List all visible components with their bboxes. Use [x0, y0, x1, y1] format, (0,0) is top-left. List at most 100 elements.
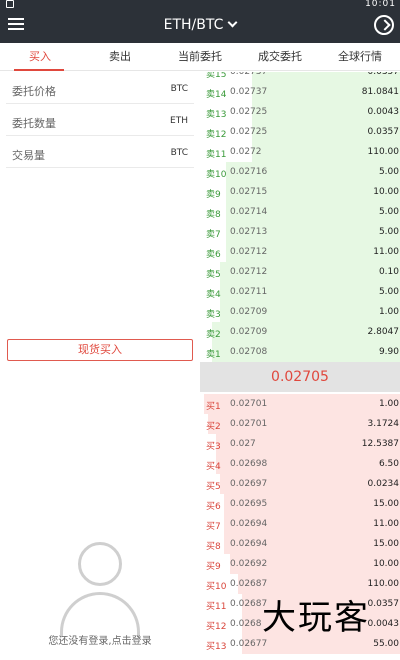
chevron-down-icon [227, 17, 238, 28]
buy-order-price: 0.02698 [230, 459, 268, 469]
chart-icon[interactable] [374, 15, 394, 35]
tab-filled-orders[interactable]: 成交委托 [240, 43, 320, 70]
last-price: 0.02705 [200, 362, 400, 392]
buy-order-row[interactable]: 买4 0.02698 6.50 [200, 454, 400, 474]
user-avatar-icon[interactable] [60, 542, 140, 637]
sell-order-label: 卖1 [206, 350, 221, 360]
buy-order-amount: 55.00 [373, 639, 399, 649]
tab-global-markets[interactable]: 全球行情 [320, 43, 400, 70]
sell-order-label: 卖7 [206, 230, 221, 240]
sell-order-row[interactable]: 卖10 0.02716 5.00 [200, 162, 400, 182]
sell-order-price: 0.02725 [230, 127, 268, 137]
sell-order-price: 0.02737 [230, 72, 268, 77]
watermark-logo: 大玩客 [262, 598, 370, 638]
sell-order-row[interactable]: 卖15 0.02737 0.0357 [200, 72, 400, 82]
buy-order-row[interactable]: 买7 0.02694 11.00 [200, 514, 400, 534]
login-hint-link[interactable]: 您还没有登录,点击登录 [0, 632, 200, 647]
sell-order-label: 卖14 [206, 90, 227, 100]
buy-order-amount: 110.00 [367, 579, 400, 589]
buy-order-amount: 6.50 [378, 459, 399, 469]
sell-order-row[interactable]: 卖5 0.02712 0.10 [200, 262, 400, 282]
buy-order-label: 买11 [206, 602, 227, 612]
volume-field[interactable]: 交易量 BTC [6, 140, 194, 168]
sell-order-amount: 5.00 [378, 287, 399, 297]
sell-order-row[interactable]: 卖4 0.02711 5.00 [200, 282, 400, 302]
buy-order-price: 0.02701 [230, 399, 268, 409]
buy-order-amount: 3.1724 [367, 419, 400, 429]
sell-order-amount: 0.0357 [367, 127, 400, 137]
tab-sell[interactable]: 卖出 [80, 43, 160, 70]
sell-order-row[interactable]: 卖2 0.02709 2.8047 [200, 322, 400, 342]
sell-order-label: 卖12 [206, 130, 227, 140]
sell-order-price: 0.02737 [230, 87, 268, 97]
sell-order-label: 卖9 [206, 190, 221, 200]
buy-order-label: 买6 [206, 502, 221, 512]
buy-order-price: 0.027 [230, 439, 256, 449]
sell-order-row[interactable]: 卖8 0.02714 5.00 [200, 202, 400, 222]
buy-order-price: 0.02697 [230, 479, 268, 489]
buy-order-amount: 15.00 [373, 499, 399, 509]
sell-order-row[interactable]: 卖11 0.0272 110.00 [200, 142, 400, 162]
buy-order-amount: 12.5387 [361, 439, 399, 449]
sell-order-amount: 1.00 [378, 307, 399, 317]
buy-order-amount: 10.00 [373, 559, 399, 569]
sell-order-row[interactable]: 卖13 0.02725 0.0043 [200, 102, 400, 122]
buy-order-label: 买3 [206, 442, 221, 452]
tab-buy[interactable]: 买入 [0, 43, 80, 70]
tab-open-orders[interactable]: 当前委托 [160, 43, 240, 70]
volume-field-unit: BTC [170, 148, 188, 158]
notification-icon [6, 0, 14, 8]
quantity-field[interactable]: 委托数量 ETH [6, 108, 194, 136]
sell-order-amount: 5.00 [378, 227, 399, 237]
sell-order-price: 0.02713 [230, 227, 268, 237]
buy-order-amount: 0.0357 [367, 599, 400, 609]
sell-order-row[interactable]: 卖14 0.02737 81.0841 [200, 82, 400, 102]
sell-order-label: 卖11 [206, 150, 227, 160]
price-field[interactable]: 委托价格 BTC [6, 76, 194, 104]
buy-order-row[interactable]: 买1 0.02701 1.00 [200, 394, 400, 414]
sell-order-row[interactable]: 卖3 0.02709 1.00 [200, 302, 400, 322]
sell-order-amount: 110.00 [367, 147, 400, 157]
trade-tabs: 买入 卖出 当前委托 成交委托 全球行情 [0, 43, 400, 71]
sell-order-label: 卖4 [206, 290, 221, 300]
buy-order-label: 买4 [206, 462, 221, 472]
sell-order-price: 0.02725 [230, 107, 268, 117]
sell-order-amount: 81.0841 [361, 87, 399, 97]
sell-order-label: 卖10 [206, 170, 227, 180]
buy-order-label: 买12 [206, 622, 227, 632]
sell-order-price: 0.02709 [230, 327, 268, 337]
buy-order-label: 买5 [206, 482, 221, 492]
buy-order-row[interactable]: 买9 0.02692 10.00 [200, 554, 400, 574]
sell-order-row[interactable]: 卖7 0.02713 5.00 [200, 222, 400, 242]
buy-order-price: 0.02694 [230, 519, 268, 529]
sell-order-amount: 9.90 [378, 347, 399, 357]
buy-order-row[interactable]: 买5 0.02697 0.0234 [200, 474, 400, 494]
sell-order-price: 0.02708 [230, 347, 268, 357]
buy-order-row[interactable]: 买8 0.02694 15.00 [200, 534, 400, 554]
buy-order-amount: 15.00 [373, 539, 399, 549]
sell-order-label: 卖13 [206, 110, 227, 120]
buy-order-label: 买7 [206, 522, 221, 532]
sell-order-row[interactable]: 卖9 0.02715 10.00 [200, 182, 400, 202]
buy-order-label: 买2 [206, 422, 221, 432]
sell-order-price: 0.02716 [230, 167, 268, 177]
buy-order-label: 买8 [206, 542, 221, 552]
buy-order-row[interactable]: 买6 0.02695 15.00 [200, 494, 400, 514]
sell-order-row[interactable]: 卖12 0.02725 0.0357 [200, 122, 400, 142]
buy-order-row[interactable]: 买2 0.02701 3.1724 [200, 414, 400, 434]
buy-order-price: 0.02692 [230, 559, 268, 569]
buy-order-price: 0.02695 [230, 499, 268, 509]
sell-order-label: 卖3 [206, 310, 221, 320]
sell-order-row[interactable]: 卖6 0.02712 11.00 [200, 242, 400, 262]
sell-order-price: 0.02715 [230, 187, 268, 197]
status-time: 10:01 [365, 0, 396, 9]
pair-selector[interactable]: ETH/BTC [0, 17, 400, 33]
sell-order-row[interactable]: 卖1 0.02708 9.90 [200, 342, 400, 362]
price-field-label: 委托价格 [12, 85, 56, 98]
sell-order-price: 0.02712 [230, 247, 268, 257]
buy-order-row[interactable]: 买3 0.027 12.5387 [200, 434, 400, 454]
buy-order-label: 买10 [206, 582, 227, 592]
sell-order-price: 0.02712 [230, 267, 268, 277]
top-bar: ETH/BTC [0, 10, 400, 43]
spot-buy-button[interactable]: 现货买入 [7, 339, 193, 361]
